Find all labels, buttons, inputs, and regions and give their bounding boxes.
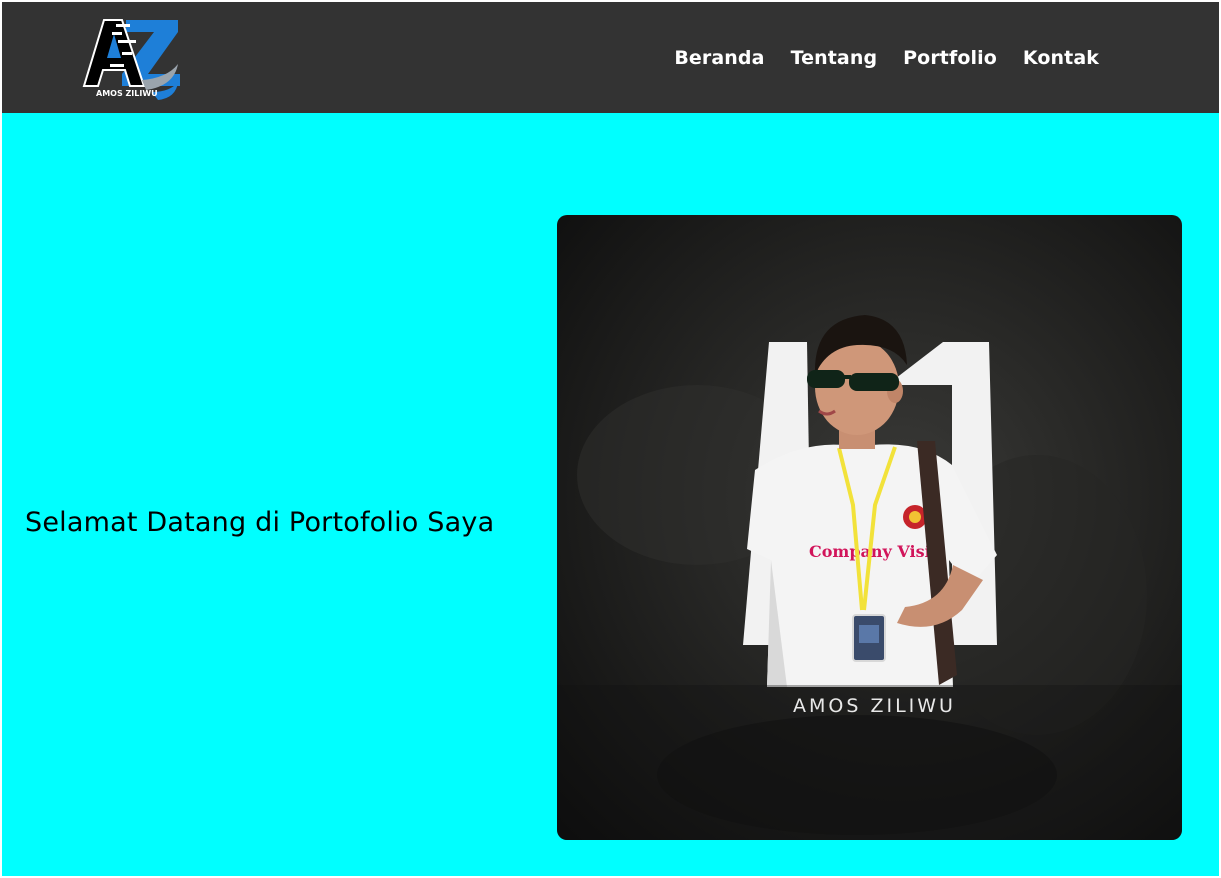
main-nav: Beranda Tentang Portfolio Kontak <box>674 2 1099 113</box>
navbar: AMOS ZILIWU Beranda Tentang Portfolio Ko… <box>2 2 1219 113</box>
photo-caption: AMOS ZILIWU <box>793 695 956 717</box>
site-logo[interactable]: AMOS ZILIWU <box>82 16 182 100</box>
logo-text: AMOS ZILIWU <box>96 89 158 98</box>
profile-photo: Company Visit AMOS ZILIWU <box>557 215 1182 840</box>
nav-item-tentang[interactable]: Tentang <box>791 47 878 69</box>
nav-item-kontak[interactable]: Kontak <box>1023 47 1099 69</box>
nav-item-portfolio[interactable]: Portfolio <box>903 47 997 69</box>
az-monogram-icon: AMOS ZILIWU <box>82 19 180 100</box>
shirt-text: Company Visit <box>809 542 939 561</box>
hero-title: Selamat Datang di Portofolio Saya <box>25 507 495 538</box>
nav-item-beranda[interactable]: Beranda <box>674 47 764 69</box>
page-frame: AMOS ZILIWU Beranda Tentang Portfolio Ko… <box>2 2 1219 876</box>
